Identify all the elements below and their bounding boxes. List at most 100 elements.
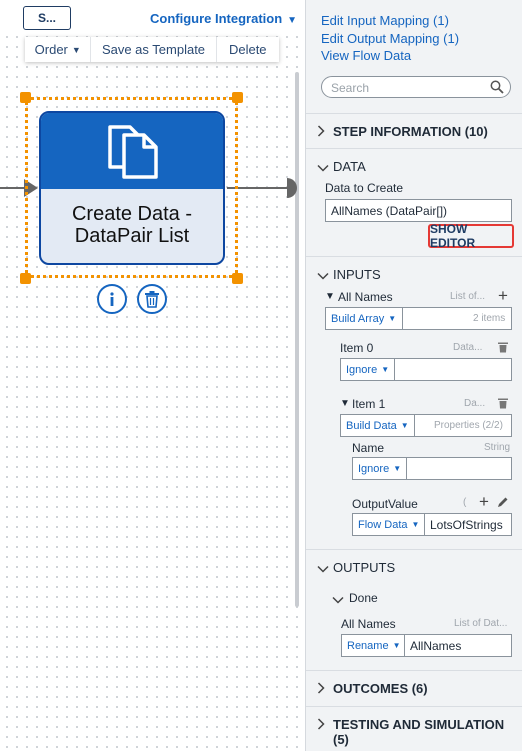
chevron-right-icon: [317, 125, 325, 140]
output-value-mode-value: Flow Data: [358, 518, 408, 531]
output-all-names-value: AllNames: [410, 639, 462, 653]
item-1-mode-dropdown[interactable]: Build Data ▼: [340, 414, 415, 437]
caret-down-icon[interactable]: ▼: [325, 291, 335, 302]
chevron-down-icon: ▼: [381, 365, 390, 374]
item-0-label: Item 0: [340, 341, 374, 355]
item-1-label: Item 1: [352, 397, 386, 411]
edit-input-mapping-link[interactable]: Edit Input Mapping (1): [321, 13, 449, 28]
inputs-header: INPUTS: [333, 267, 381, 282]
item-1-type: Da...: [464, 398, 486, 409]
node-title-line-2: DataPair List: [74, 225, 190, 247]
trash-icon: [145, 291, 159, 308]
resize-handle-top-right[interactable]: [232, 92, 243, 103]
info-button[interactable]: [97, 284, 127, 314]
output-all-names-field[interactable]: AllNames: [404, 634, 512, 657]
output-value-type: (: [463, 497, 467, 508]
resize-handle-bottom-left[interactable]: [20, 273, 31, 284]
create-data-step-node[interactable]: Create Data - DataPair List: [39, 111, 225, 265]
caret-down-icon[interactable]: ▼: [340, 398, 350, 409]
name-mode-dropdown[interactable]: Ignore ▼: [352, 457, 407, 480]
delete-step-button[interactable]: [137, 284, 167, 314]
chevron-down-icon[interactable]: [332, 593, 344, 607]
outputs-header: OUTPUTS: [333, 560, 396, 575]
trash-icon[interactable]: [498, 341, 508, 356]
top-bar: S... Configure Integration ▼: [0, 0, 304, 36]
chevron-down-icon: ▼: [400, 421, 409, 430]
output-all-names-type: List of Dat...: [454, 618, 508, 629]
name-field[interactable]: [406, 457, 512, 480]
search-input[interactable]: Search: [321, 76, 511, 98]
item-0-mode-dropdown[interactable]: Ignore ▼: [340, 358, 395, 381]
done-outcome-label: Done: [349, 591, 378, 605]
resize-handle-bottom-right[interactable]: [232, 273, 243, 284]
order-label: Order: [34, 42, 68, 57]
chevron-down-icon: ▼: [287, 15, 298, 26]
step-button[interactable]: S...: [23, 6, 71, 30]
item-1-mode-value: Build Data: [346, 419, 397, 432]
output-value-mode-dropdown[interactable]: Flow Data ▼: [352, 513, 425, 536]
all-names-items-field: 2 items: [402, 307, 512, 330]
configure-integration-label: Configure Integration: [150, 11, 283, 26]
item-1-properties: Properties (2/2): [434, 420, 503, 431]
name-type: String: [484, 442, 511, 453]
pencil-icon[interactable]: [497, 496, 509, 511]
item-0-field[interactable]: [394, 358, 512, 381]
chevron-down-icon[interactable]: [317, 562, 329, 576]
step-information-section[interactable]: STEP INFORMATION (10): [306, 113, 522, 148]
add-icon[interactable]: +: [498, 286, 508, 306]
output-all-names-label: All Names: [341, 617, 396, 631]
search-icon: [490, 80, 504, 94]
testing-simulation-header: TESTING AND SIMULATION (5): [333, 717, 505, 747]
node-header: [41, 113, 223, 189]
add-icon[interactable]: +: [479, 492, 489, 512]
chevron-down-icon: ▼: [71, 44, 81, 55]
step-properties-panel: Edit Input Mapping (1) Edit Output Mappi…: [305, 0, 522, 751]
delete-label: Delete: [228, 42, 267, 57]
node-title-line-1: Create Data -: [71, 203, 193, 225]
data-header: DATA: [333, 159, 366, 174]
item-1-properties-field: Properties (2/2): [414, 414, 512, 437]
save-as-template-button[interactable]: Save as Template: [91, 37, 217, 62]
testing-simulation-section[interactable]: TESTING AND SIMULATION (5): [306, 706, 522, 752]
node-action-menu: Order ▼ Save as Template Delete: [25, 37, 279, 62]
view-flow-data-link[interactable]: View Flow Data: [321, 48, 411, 63]
delete-button[interactable]: Delete: [217, 37, 280, 62]
canvas-scrollbar[interactable]: [295, 72, 299, 607]
trash-icon[interactable]: [498, 397, 508, 412]
item-0-type: Data...: [453, 342, 483, 353]
output-value-field[interactable]: LotsOfStrings: [424, 513, 512, 536]
output-value-value: LotsOfStrings: [430, 518, 503, 532]
build-array-value: Build Array: [331, 312, 385, 325]
step-information-header: STEP INFORMATION (10): [333, 124, 488, 139]
configure-integration-button[interactable]: Configure Integration ▼: [150, 11, 297, 26]
chevron-right-icon: [317, 682, 325, 697]
chevron-down-icon: ▼: [393, 464, 402, 473]
edit-output-mapping-link[interactable]: Edit Output Mapping (1): [321, 31, 459, 46]
all-names-label: All Names: [338, 290, 393, 304]
build-array-dropdown[interactable]: Build Array ▼: [325, 307, 403, 330]
chevron-down-icon: ▼: [411, 520, 420, 529]
save-as-template-label: Save as Template: [101, 42, 206, 57]
chevron-right-icon: [317, 718, 325, 733]
name-mode-value: Ignore: [358, 462, 390, 475]
outcomes-header: OUTCOMES (6): [333, 681, 428, 696]
output-value-label: OutputValue: [352, 497, 418, 511]
node-title: Create Data - DataPair List: [41, 189, 223, 247]
search-placeholder: Search: [331, 81, 370, 95]
item-0-mode-value: Ignore: [346, 363, 378, 376]
order-menu[interactable]: Order ▼: [25, 37, 92, 62]
rename-dropdown[interactable]: Rename ▼: [341, 634, 405, 657]
all-names-count: 2 items: [473, 313, 506, 324]
data-to-create-label: Data to Create: [325, 181, 404, 195]
show-editor-button[interactable]: SHOW EDITOR: [428, 222, 514, 250]
name-label: Name: [352, 441, 385, 455]
data-to-create-field[interactable]: AllNames (DataPair[]): [325, 199, 512, 222]
chevron-down-icon: ▼: [392, 641, 401, 650]
all-names-type: List of...: [450, 291, 486, 302]
rename-value: Rename: [347, 639, 389, 652]
resize-handle-top-left[interactable]: [20, 92, 31, 103]
info-icon: [110, 292, 114, 306]
chevron-down-icon[interactable]: [317, 269, 329, 283]
chevron-down-icon[interactable]: [317, 161, 329, 175]
outcomes-section[interactable]: OUTCOMES (6): [306, 670, 522, 706]
